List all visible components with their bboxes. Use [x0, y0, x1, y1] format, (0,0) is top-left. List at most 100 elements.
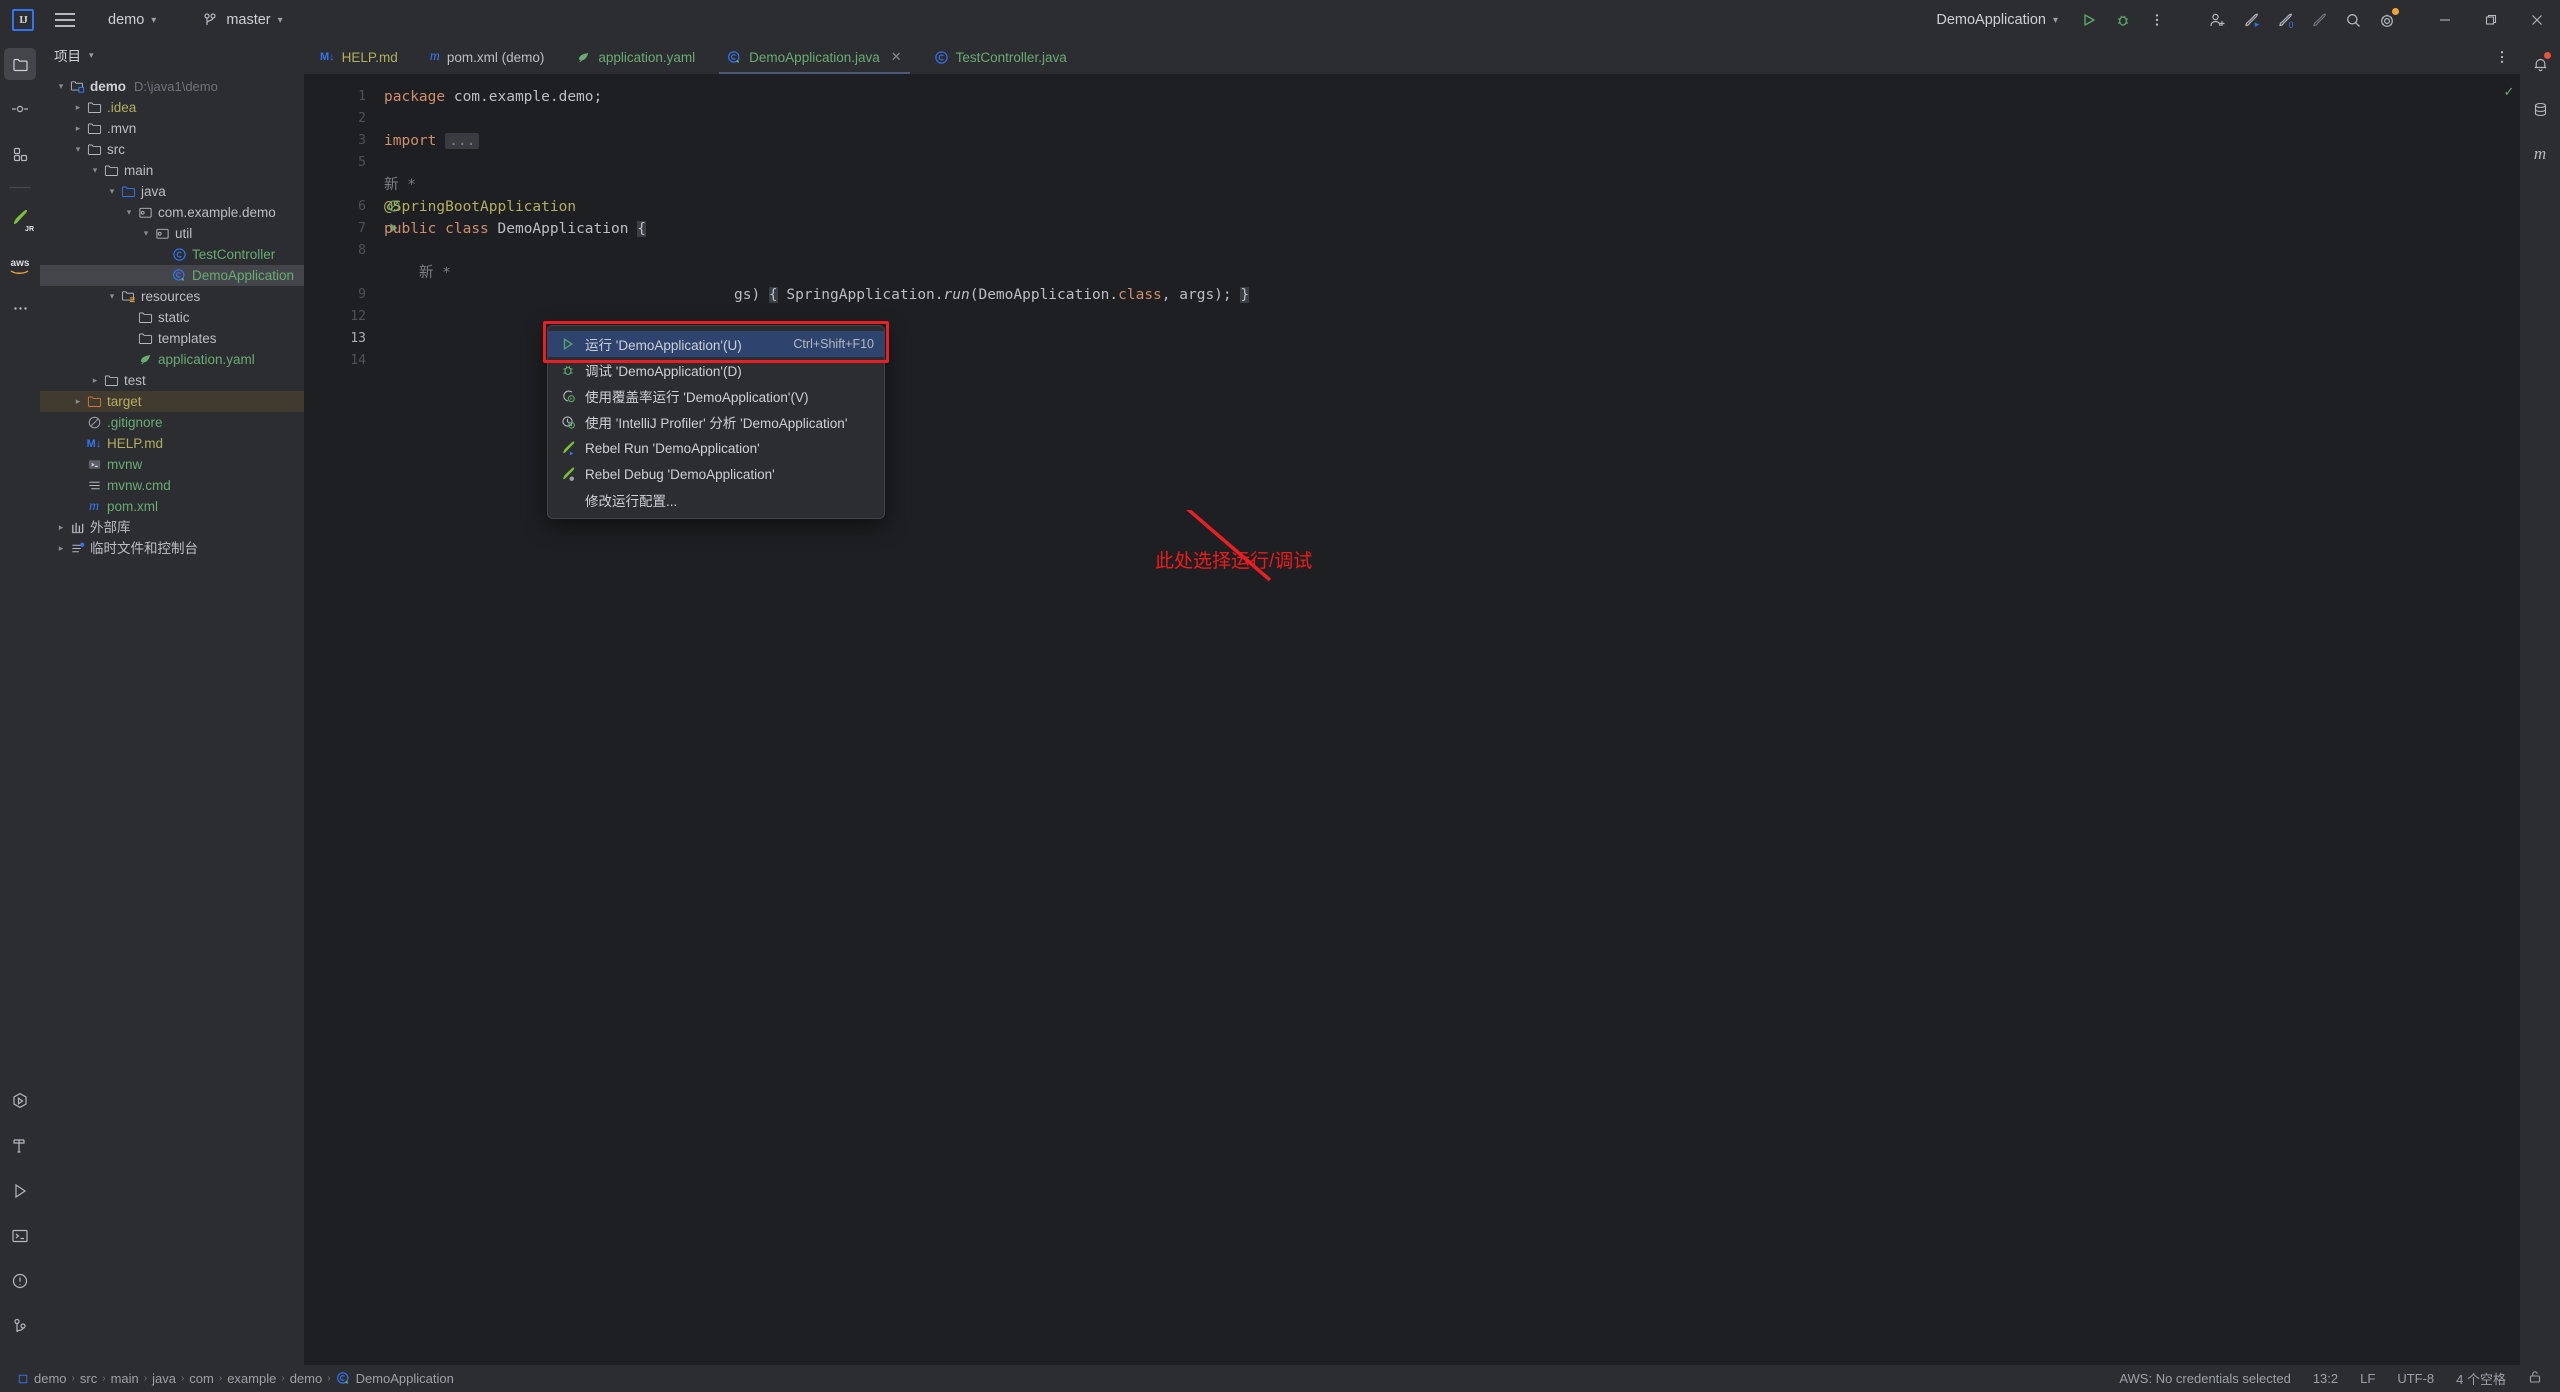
tree-item-src[interactable]: ▾ src	[40, 139, 304, 160]
sidebar-item-build[interactable]	[4, 1130, 36, 1162]
tree-item-test[interactable]: ▸ test	[40, 370, 304, 391]
tree-item-.mvn[interactable]: ▸ .mvn	[40, 118, 304, 139]
menu-item-4[interactable]: Rebel Run 'DemoApplication'	[548, 435, 884, 461]
sidebar-item-project[interactable]	[4, 48, 36, 80]
sidebar-item-aws[interactable]: aws	[4, 247, 36, 279]
tab-pom.xml--demo-[interactable]: m pom.xml (demo)	[414, 40, 561, 74]
breadcrumb-item[interactable]: main	[106, 1371, 144, 1386]
editor-scroll-strip[interactable]: ✓	[2498, 74, 2520, 1365]
settings-gear-icon[interactable]	[2370, 4, 2404, 36]
aws-credentials-status[interactable]: AWS: No credentials selected	[2119, 1371, 2290, 1386]
close-button[interactable]	[2514, 0, 2560, 40]
add-user-icon[interactable]	[2200, 4, 2234, 36]
menu-item-2[interactable]: 使用覆盖率运行 'DemoApplication'(V)	[548, 383, 884, 409]
tree-item-help.md[interactable]: M↓ HELP.md	[40, 433, 304, 454]
sidebar-item-notifications[interactable]	[2524, 48, 2556, 80]
editor-gutter[interactable]: 1 2 3 5 6 7 8 9 12 13 14	[304, 74, 400, 1365]
tree-expand-arrow[interactable]: ▾	[54, 81, 68, 92]
tree-expand-arrow[interactable]: ▸	[54, 543, 68, 554]
sidebar-item-jrebel[interactable]: JR	[4, 202, 36, 234]
breadcrumb-item[interactable]: DemoApplication	[331, 1371, 459, 1386]
tree-item-testcontroller[interactable]: TestController	[40, 244, 304, 265]
sidebar-item-structure[interactable]	[4, 138, 36, 170]
more-run-options-button[interactable]	[2140, 4, 2174, 36]
tree-expand-arrow[interactable]: ▾	[122, 207, 136, 218]
breadcrumb-item[interactable]: demo	[12, 1371, 72, 1386]
tree-item-java[interactable]: ▾ java	[40, 181, 304, 202]
tree-item-pom.xml[interactable]: m pom.xml	[40, 496, 304, 517]
tree-item-target[interactable]: ▸ target	[40, 391, 304, 412]
tree-expand-arrow[interactable]: ▸	[88, 375, 102, 386]
close-icon[interactable]: ✕	[891, 49, 902, 65]
project-panel-header[interactable]: 项目 ▾	[40, 40, 304, 70]
breadcrumb-item[interactable]: src	[75, 1371, 102, 1386]
tab-demoapplication.java[interactable]: DemoApplication.java ✕	[711, 40, 918, 74]
notifications-rocket-icon[interactable]: 0	[2268, 4, 2302, 36]
caret-position[interactable]: 13:2	[2313, 1371, 2338, 1386]
sidebar-item-commit[interactable]	[4, 93, 36, 125]
tab-application.yaml[interactable]: application.yaml	[560, 40, 711, 74]
tab-help.md[interactable]: M↓ HELP.md	[304, 40, 414, 74]
line-separator[interactable]: LF	[2360, 1371, 2375, 1386]
tree-expand-arrow[interactable]: ▾	[71, 144, 85, 155]
debug-button[interactable]	[2106, 4, 2140, 36]
sidebar-item-problems[interactable]	[4, 1265, 36, 1297]
code-content[interactable]: package com.example.demo; import ... 新 *…	[374, 74, 2498, 1365]
sidebar-item-database[interactable]	[2524, 93, 2556, 125]
indent-setting[interactable]: 4 个空格	[2456, 1369, 2506, 1388]
tree-item---------[interactable]: ▸ 临时文件和控制台	[40, 538, 304, 559]
tree-item-demo[interactable]: ▾ demo D:\java1\demo	[40, 76, 304, 97]
tree-item-resources[interactable]: ▾ resources	[40, 286, 304, 307]
tree-item-demoapplication[interactable]: DemoApplication	[40, 265, 304, 286]
sidebar-item-more[interactable]	[4, 292, 36, 324]
code-editor[interactable]: 1 2 3 5 6 7 8 9 12 13 14 package com.example.demo;…	[304, 74, 2520, 1365]
main-menu-button[interactable]	[48, 3, 82, 37]
tree-expand-arrow[interactable]: ▾	[105, 186, 119, 197]
rocket-blue-icon[interactable]: ▸	[2234, 4, 2268, 36]
sidebar-item-terminal[interactable]	[4, 1220, 36, 1252]
tab-testcontroller.java[interactable]: TestController.java	[918, 40, 1083, 74]
unlocked-icon[interactable]	[2528, 1370, 2542, 1387]
tree-item-templates[interactable]: templates	[40, 328, 304, 349]
sidebar-item-version-control[interactable]	[4, 1310, 36, 1342]
tree-item-util[interactable]: ▾ util	[40, 223, 304, 244]
run-configuration-selector[interactable]: DemoApplication ▾	[1932, 6, 2062, 34]
menu-item-0[interactable]: 运行 'DemoApplication'(U) Ctrl+Shift+F10	[548, 331, 884, 357]
minimize-button[interactable]	[2422, 0, 2468, 40]
tree-item-application.yaml[interactable]: application.yaml	[40, 349, 304, 370]
sidebar-item-run-anything[interactable]	[4, 1085, 36, 1117]
tree-item-com.example.demo[interactable]: ▾ com.example.demo	[40, 202, 304, 223]
tree-item-.gitignore[interactable]: .gitignore	[40, 412, 304, 433]
breadcrumb-item[interactable]: java	[147, 1371, 181, 1386]
tree-expand-arrow[interactable]: ▸	[54, 522, 68, 533]
sidebar-item-run[interactable]	[4, 1175, 36, 1207]
menu-item-5[interactable]: Rebel Debug 'DemoApplication'	[548, 461, 884, 487]
menu-item-1[interactable]: 调试 'DemoApplication'(D)	[548, 357, 884, 383]
tree-item-mvnw.cmd[interactable]: mvnw.cmd	[40, 475, 304, 496]
run-button[interactable]	[2072, 4, 2106, 36]
tree-expand-arrow[interactable]: ▸	[71, 396, 85, 407]
branch-selector[interactable]: master ▾	[172, 6, 286, 34]
menu-item-3[interactable]: 使用 'IntelliJ Profiler' 分析 'DemoApplicati…	[548, 409, 884, 435]
tree-item-mvnw[interactable]: mvnw	[40, 454, 304, 475]
inspection-status-icon[interactable]: ✓	[2498, 74, 2520, 100]
tree-item-main[interactable]: ▾ main	[40, 160, 304, 181]
tree-expand-arrow[interactable]: ▸	[71, 102, 85, 113]
menu-item-6[interactable]: 修改运行配置...	[548, 487, 884, 513]
maximize-button[interactable]	[2468, 0, 2514, 40]
tree-item-static[interactable]: static	[40, 307, 304, 328]
tree-expand-arrow[interactable]: ▾	[139, 228, 153, 239]
breadcrumb-item[interactable]: com	[184, 1371, 219, 1386]
tree-expand-arrow[interactable]: ▾	[88, 165, 102, 176]
file-encoding[interactable]: UTF-8	[2397, 1371, 2434, 1386]
project-selector[interactable]: demo ▾	[82, 6, 160, 34]
editor-options-icon[interactable]	[2494, 40, 2520, 74]
breadcrumb-item[interactable]: example	[222, 1371, 281, 1386]
run-context-menu[interactable]: 运行 'DemoApplication'(U) Ctrl+Shift+F10 调试 …	[547, 325, 885, 519]
tree-item-.idea[interactable]: ▸ .idea	[40, 97, 304, 118]
tree-item----[interactable]: ▸ 外部库	[40, 517, 304, 538]
tree-expand-arrow[interactable]: ▸	[71, 123, 85, 134]
tree-expand-arrow[interactable]: ▾	[105, 291, 119, 302]
breadcrumb-item[interactable]: demo	[285, 1371, 328, 1386]
search-icon[interactable]	[2336, 4, 2370, 36]
